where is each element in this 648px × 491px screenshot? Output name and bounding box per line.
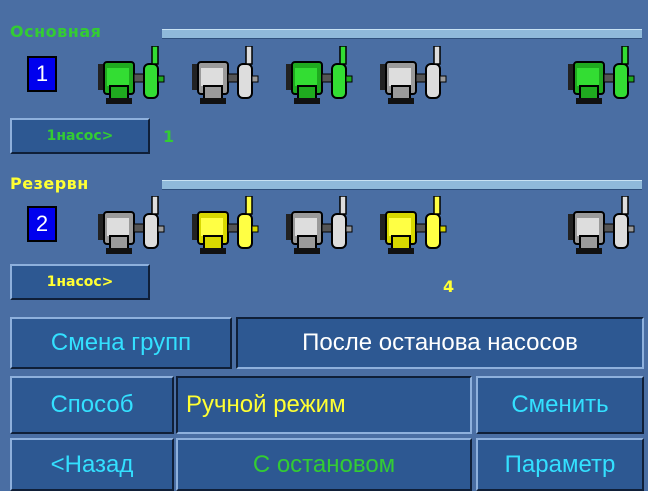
group-1-value: 1 xyxy=(163,127,175,146)
pump-icon[interactable] xyxy=(566,46,636,108)
pump-icon[interactable] xyxy=(378,196,448,258)
group-1-title: Основная xyxy=(10,22,102,41)
pump-icon[interactable] xyxy=(378,46,448,108)
pump-icon[interactable] xyxy=(96,46,166,108)
group-2-header-bar xyxy=(162,180,642,190)
change-groups-label[interactable]: Смена групп xyxy=(10,317,232,369)
back-button[interactable]: <Назад xyxy=(10,438,174,491)
pump-icon[interactable] xyxy=(284,46,354,108)
group-1-number[interactable]: 1 xyxy=(27,56,57,92)
pump-icon[interactable] xyxy=(190,196,260,258)
parameters-button[interactable]: Параметр xyxy=(476,438,644,491)
pump-icon[interactable] xyxy=(566,196,636,258)
change-button[interactable]: Сменить xyxy=(476,376,644,434)
pump-icon[interactable] xyxy=(190,46,260,108)
group-1-pump-button[interactable]: 1насос> xyxy=(10,118,150,154)
group-2-pumps xyxy=(96,196,644,262)
group-2-title: Резервн xyxy=(10,174,89,193)
pump-icon[interactable] xyxy=(96,196,166,258)
group-1-header-bar xyxy=(162,29,642,39)
stop-mode-button[interactable]: С остановом xyxy=(176,438,472,491)
group-2-pump-button[interactable]: 1насос> xyxy=(10,264,150,300)
pump-icon[interactable] xyxy=(284,196,354,258)
group-1-pumps xyxy=(96,46,644,112)
method-value[interactable]: Ручной режим xyxy=(176,376,472,434)
change-groups-value[interactable]: После останова насосов xyxy=(236,317,644,369)
method-label: Способ xyxy=(10,376,174,434)
group-2-number[interactable]: 2 xyxy=(27,206,57,242)
group-2-value: 4 xyxy=(443,277,455,296)
